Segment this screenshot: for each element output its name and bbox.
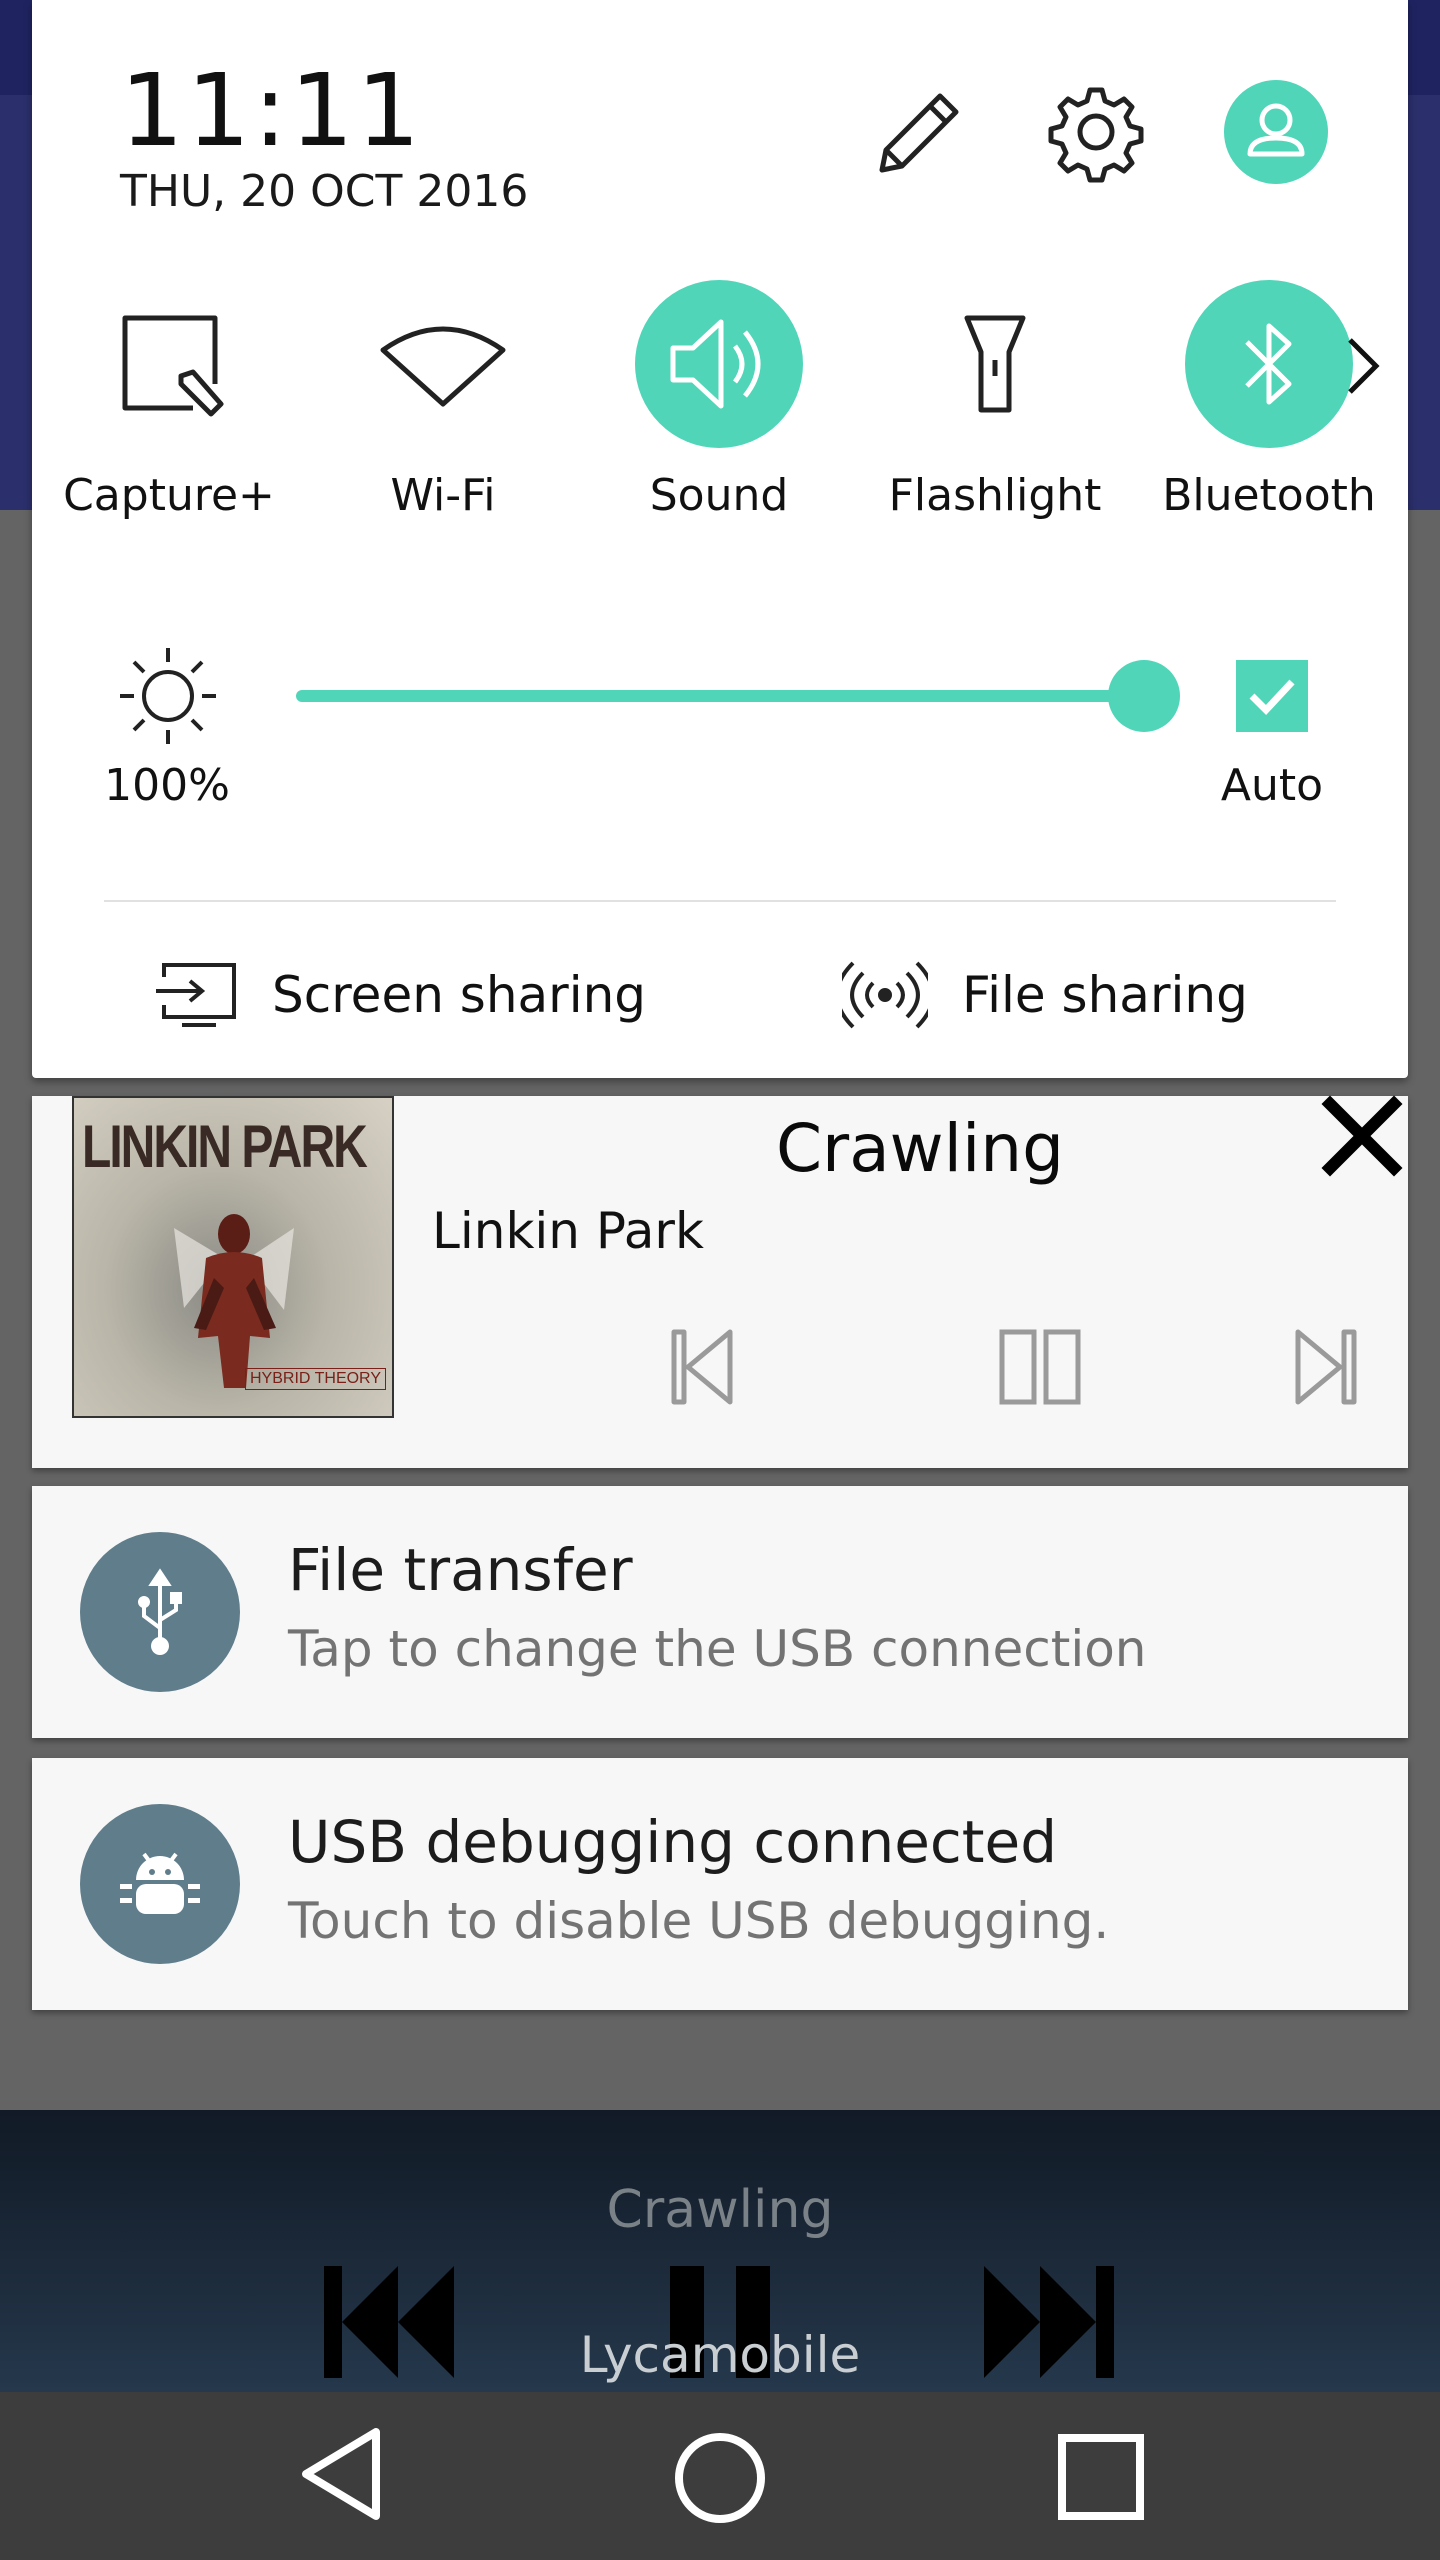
wifi-icon <box>380 326 506 407</box>
divider <box>104 900 1336 902</box>
brightness-slider-track[interactable] <box>296 690 1144 702</box>
tile-wifi[interactable]: Wi-Fi <box>328 280 558 521</box>
brightness-slider-thumb[interactable] <box>1108 660 1180 732</box>
speaker-icon <box>670 319 761 409</box>
home-icon[interactable] <box>670 2428 770 2528</box>
album-art: LINKIN PARK HYBRID THEORY <box>72 1096 394 1418</box>
notification-text: Touch to disable USB debugging. <box>288 1892 1110 1950</box>
notification-icon-badge <box>80 1532 240 1692</box>
media-close-icon[interactable] <box>1320 1094 1404 1178</box>
tile-label: Bluetooth <box>1162 470 1376 521</box>
notification-icon-badge <box>80 1804 240 1964</box>
back-icon[interactable] <box>296 2424 388 2524</box>
notification-text: Tap to change the USB connection <box>288 1620 1147 1678</box>
media-next-icon[interactable] <box>1292 1326 1358 1408</box>
checkmark-icon <box>1249 679 1295 716</box>
settings-gear-icon[interactable] <box>1044 80 1148 184</box>
screen-sharing-icon <box>156 963 236 1027</box>
clock: 11:11 <box>120 52 424 169</box>
tile-label: Flashlight <box>888 470 1102 521</box>
file-sharing-icon <box>842 961 928 1029</box>
album-art-title: LINKIN PARK <box>82 1114 368 1181</box>
flashlight-icon <box>964 315 1026 413</box>
user-profile-button[interactable] <box>1224 80 1328 184</box>
recent-apps-icon[interactable] <box>1056 2432 1146 2522</box>
background-song-title: Crawling <box>606 2180 834 2240</box>
brightness-value: 100% <box>104 760 230 811</box>
bluetooth-icon <box>1245 323 1292 405</box>
tile-bluetooth[interactable]: Bluetooth <box>1154 280 1384 521</box>
user-profile-icon <box>1247 103 1305 157</box>
file-sharing-button[interactable]: File sharing <box>842 950 1248 1040</box>
tiles-next-arrow-icon[interactable] <box>1340 334 1384 398</box>
capture-plus-icon <box>122 315 224 417</box>
tile-sound[interactable]: Sound <box>604 280 834 521</box>
tile-label: Sound <box>649 470 789 521</box>
file-sharing-label: File sharing <box>962 966 1248 1024</box>
media-previous-icon[interactable] <box>670 1326 736 1408</box>
tile-flashlight[interactable]: Flashlight <box>880 280 1110 521</box>
date: THU, 20 OCT 2016 <box>120 166 529 217</box>
brightness-sun-icon <box>120 648 216 744</box>
notification-title: USB debugging connected <box>288 1808 1058 1876</box>
usb-icon <box>138 1568 182 1655</box>
tile-capture-plus[interactable]: Capture+ <box>54 280 284 521</box>
screen-sharing-label: Screen sharing <box>272 966 647 1024</box>
album-art-subtitle: HYBRID THEORY <box>245 1368 386 1390</box>
album-art-soldier-image <box>174 1214 294 1388</box>
screen-sharing-button[interactable]: Screen sharing <box>154 950 646 1040</box>
carrier-label: Lycamobile <box>579 2326 861 2384</box>
auto-brightness-checkbox[interactable] <box>1236 660 1308 732</box>
auto-brightness-label: Auto <box>1220 760 1324 811</box>
media-song-title: Crawling <box>775 1110 1065 1187</box>
tile-label: Capture+ <box>63 470 275 521</box>
tile-label: Wi-Fi <box>390 470 496 521</box>
media-pause-icon[interactable] <box>998 1326 1082 1408</box>
android-bug-icon <box>120 1852 200 1914</box>
edit-pencil-icon[interactable] <box>868 80 972 184</box>
notification-title: File transfer <box>288 1536 633 1604</box>
media-artist: Linkin Park <box>432 1202 704 1260</box>
